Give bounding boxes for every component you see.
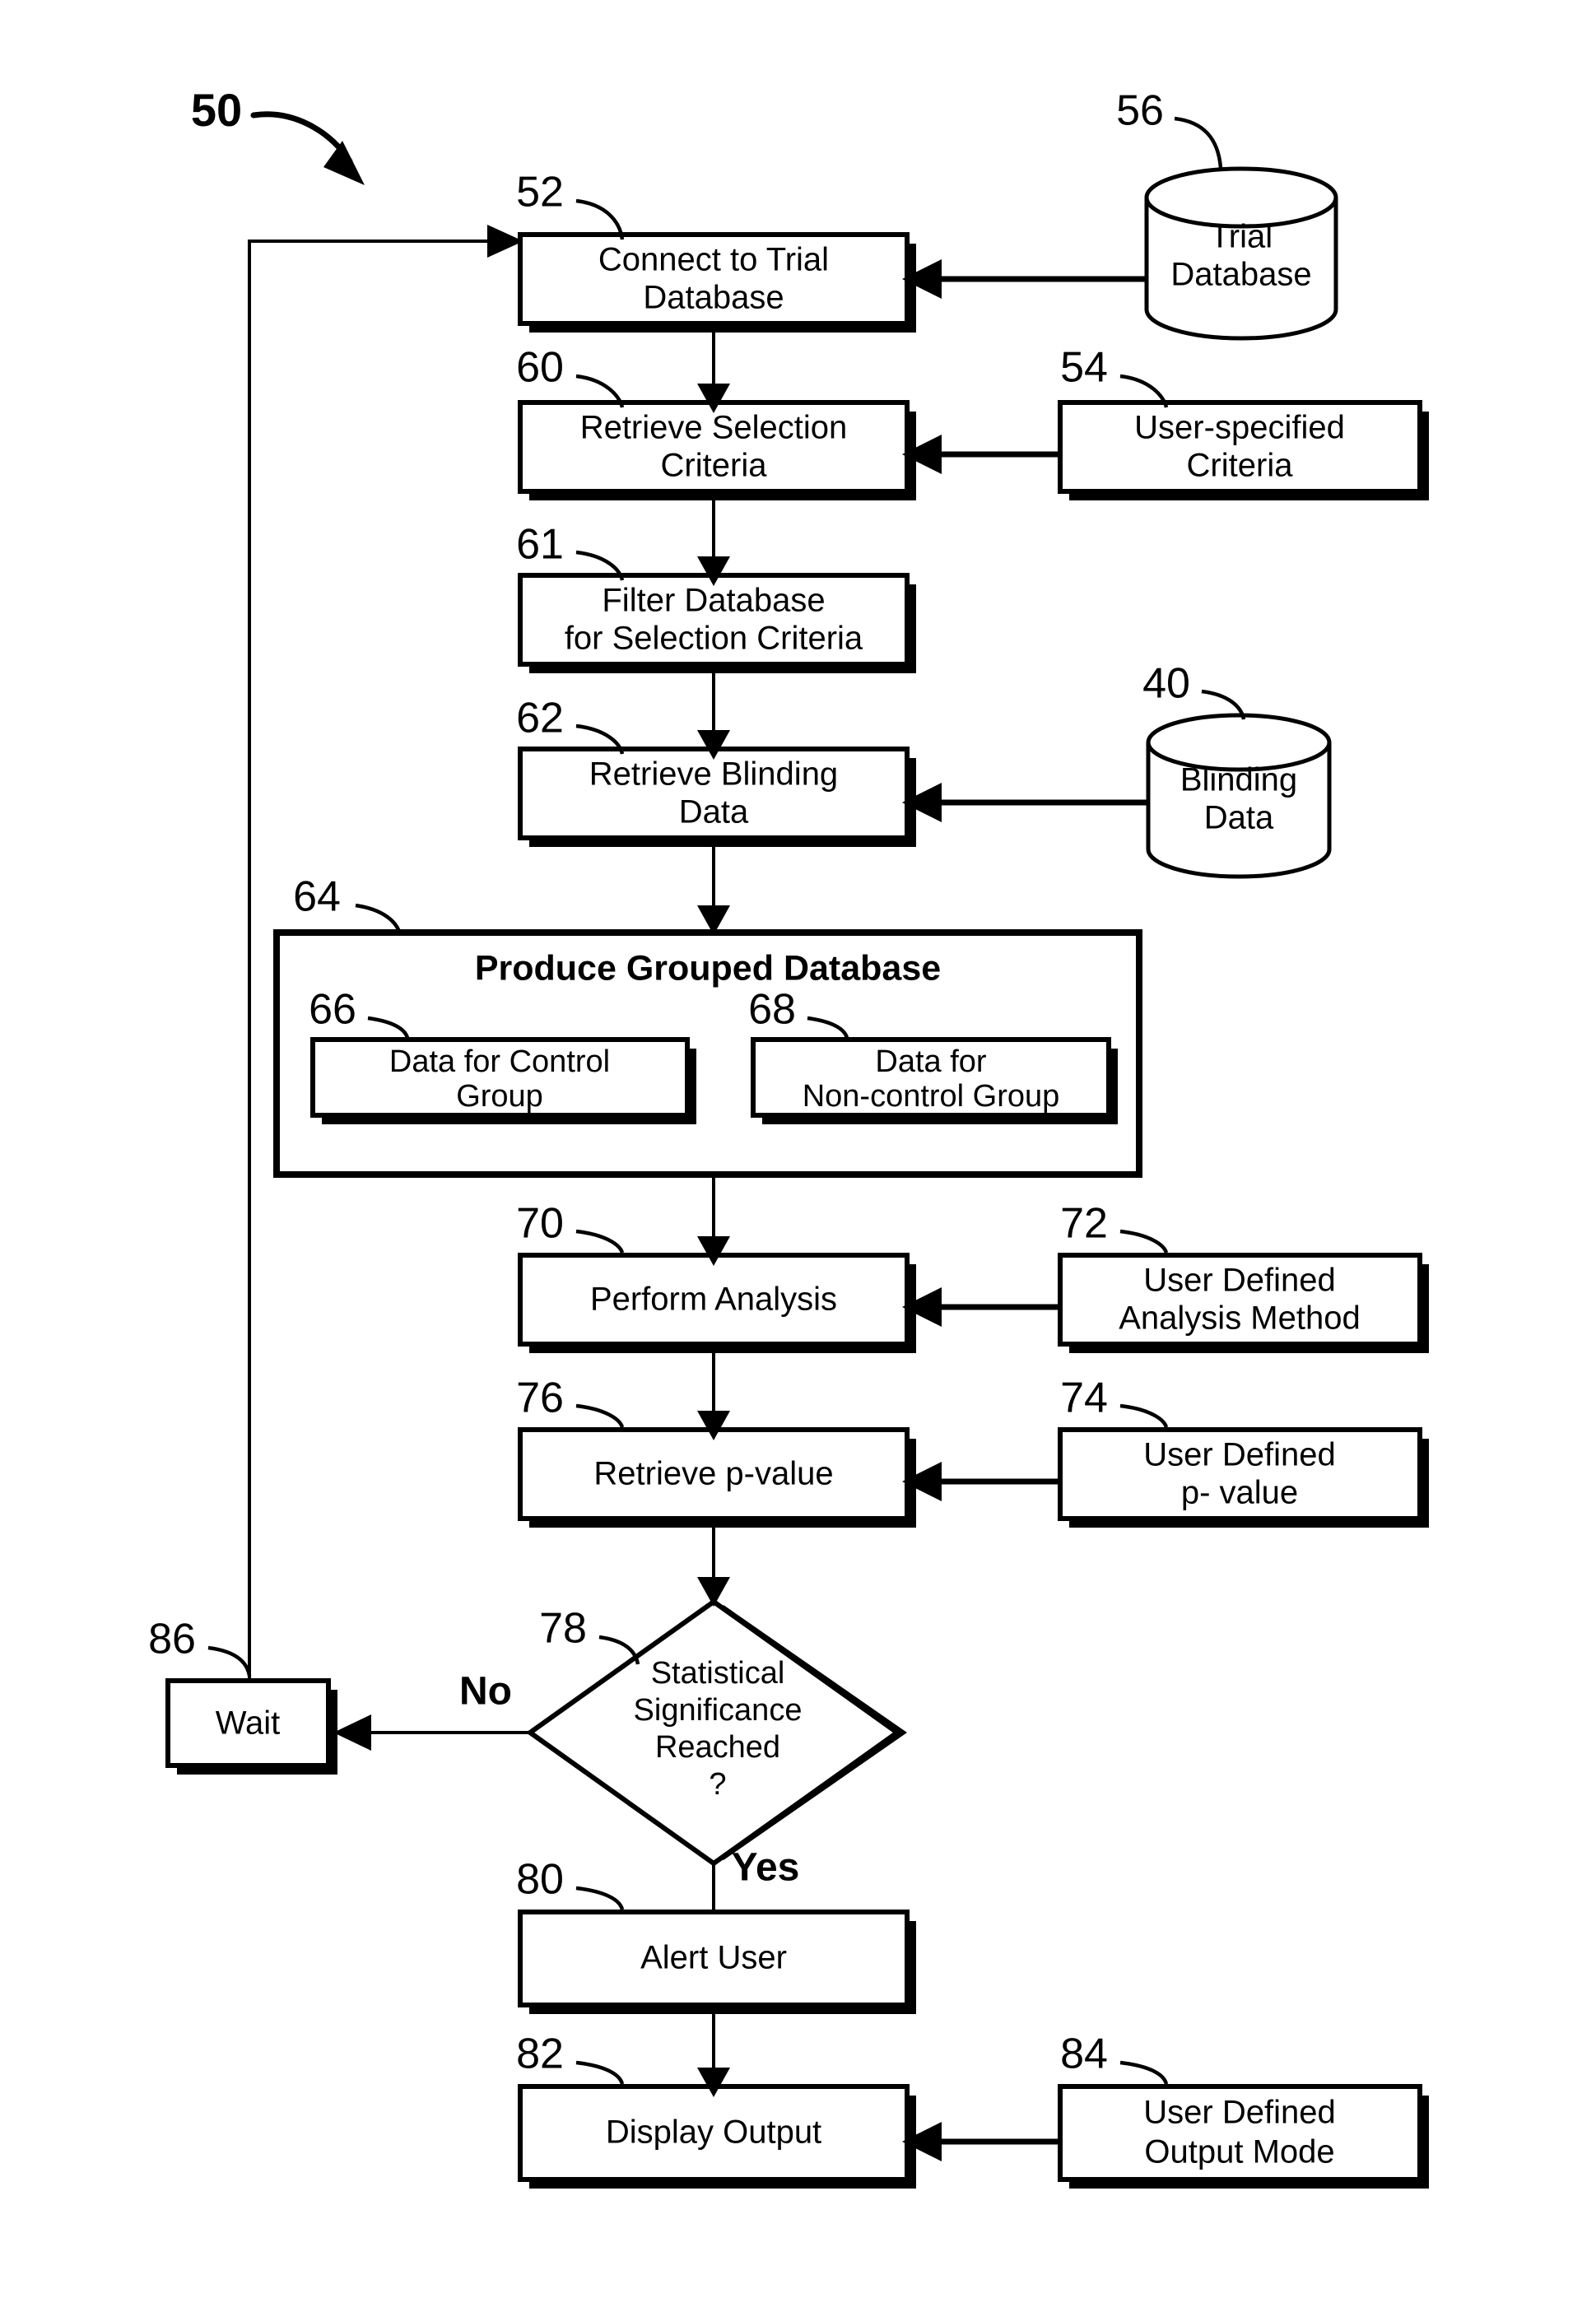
connector-54-to-60: [902, 435, 1060, 474]
node-wait: Wait: [165, 1678, 337, 1775]
ref-label-54: 54: [1060, 344, 1108, 392]
ref-label-68: 68: [748, 986, 796, 1034]
node-61-line-2: for Selection Criteria: [565, 621, 863, 657]
node-52-line-1: Connect to Trial: [598, 242, 829, 278]
ref-label-78: 78: [539, 1605, 587, 1653]
node-trial-database-store: Trial Database: [1144, 166, 1338, 341]
ref-label-40: 40: [1142, 660, 1190, 708]
connector-62-to-64: [697, 838, 730, 935]
node-76-line-1: Retrieve p-value: [593, 1456, 833, 1492]
ref-label-84: 84: [1060, 2031, 1108, 2078]
figure-ref-50: 50: [191, 84, 242, 136]
node-78-line-3: Reached: [655, 1730, 780, 1765]
node-80-label: Alert User: [640, 1940, 787, 1976]
node-retrieve-p-value: Retrieve p-value: [518, 1427, 916, 1528]
leader-72: [1119, 1229, 1169, 1254]
leader-76: [575, 1403, 625, 1428]
connector-blinding-db-to-62: [902, 783, 1148, 822]
connector-74-to-76: [902, 1462, 1060, 1501]
node-retrieve-blinding-data: Retrieve Blinding Data: [518, 747, 916, 847]
patent-flowchart-figure: 50 Connect to Trial Database 52 Trial Da…: [148, 84, 1429, 2189]
node-40-line-2: Data: [1204, 800, 1274, 836]
node-68-line-1: Data for: [875, 1044, 987, 1079]
connector-80-to-82: [697, 2005, 730, 2097]
leader-84: [1119, 2060, 1169, 2085]
node-86-label: Wait: [216, 1705, 281, 1742]
node-user-defined-analysis-method: User Defined Analysis Method: [1058, 1253, 1429, 1353]
ref-label-62: 62: [516, 695, 564, 742]
node-data-for-non-control-group: Data for Non-control Group: [751, 1037, 1118, 1124]
ref-label-76: 76: [516, 1375, 564, 1422]
node-78-line-2: Significance: [634, 1693, 803, 1728]
connector-trial-db-to-connect: [902, 259, 1147, 299]
node-alert-user: Alert User: [518, 1910, 916, 2014]
leader-86: [207, 1645, 252, 1677]
connector-72-to-70: [902, 1287, 1060, 1327]
node-data-for-control-group: Data for Control Group: [310, 1037, 696, 1124]
ref-label-70: 70: [516, 1200, 564, 1248]
ref-label-61: 61: [516, 521, 564, 569]
leader-56: [1174, 116, 1223, 169]
connector-70-to-76: [697, 1344, 730, 1440]
node-user-defined-p-value: User Defined p- value: [1058, 1427, 1429, 1528]
ref-label-80: 80: [516, 1856, 564, 1904]
leader-80: [575, 1886, 625, 1910]
ref-label-82: 82: [516, 2031, 564, 2078]
node-78-line-1: Statistical: [651, 1656, 785, 1691]
node-52-line-2: Database: [643, 280, 784, 316]
leader-74: [1119, 1403, 1169, 1428]
node-72-line-2: Analysis Method: [1119, 1300, 1360, 1337]
connector-76-to-78: [697, 1519, 730, 1607]
branch-label-yes: Yes: [732, 1846, 800, 1890]
node-user-defined-output-mode: User Defined Output Mode: [1058, 2084, 1429, 2189]
ref-label-86: 86: [148, 1616, 196, 1663]
node-66-line-1: Data for Control: [389, 1044, 610, 1079]
node-54-line-1: User-specified: [1134, 410, 1345, 446]
node-connect-to-trial-database: Connect to Trial Database: [518, 232, 916, 333]
node-62-line-1: Retrieve Blinding: [589, 756, 838, 793]
node-user-specified-criteria: User-specified Criteria: [1058, 400, 1429, 500]
connector-64-to-70: [697, 1175, 730, 1266]
node-54-line-2: Criteria: [1187, 448, 1294, 484]
ref-label-56: 56: [1116, 87, 1164, 135]
node-84-line-1: User Defined: [1143, 2095, 1335, 2131]
ref-label-66: 66: [309, 986, 356, 1034]
connector-60-to-61: [697, 491, 730, 586]
node-84-line-2: Output Mode: [1144, 2134, 1334, 2170]
node-40-line-1: Blinding: [1180, 762, 1297, 798]
node-66-line-2: Group: [456, 1079, 543, 1114]
node-retrieve-selection-criteria: Retrieve Selection Criteria: [518, 400, 916, 500]
node-78-line-4: ?: [709, 1767, 726, 1802]
node-62-line-2: Data: [679, 794, 749, 830]
node-56-line-2: Database: [1170, 257, 1311, 293]
node-70-line-1: Perform Analysis: [590, 1282, 837, 1318]
connector-84-to-82: [902, 2122, 1060, 2161]
node-perform-analysis: Perform Analysis: [518, 1253, 916, 1353]
leader-70: [575, 1229, 625, 1254]
ref-label-74: 74: [1060, 1375, 1108, 1422]
connector-no-branch: [333, 1714, 530, 1751]
leader-82: [575, 2060, 625, 2085]
node-56-line-1: Trial: [1210, 219, 1273, 255]
ref-label-64: 64: [293, 873, 341, 921]
connector-52-to-60: [697, 323, 730, 413]
ref-label-72: 72: [1060, 1200, 1108, 1248]
node-filter-database: Filter Database for Selection Criteria: [518, 573, 916, 673]
node-61-line-1: Filter Database: [602, 583, 825, 619]
node-74-line-2: p- value: [1181, 1475, 1298, 1511]
node-82-label: Display Output: [606, 2114, 821, 2151]
ref-label-60: 60: [516, 344, 564, 392]
branch-label-no: No: [459, 1670, 512, 1714]
node-72-line-1: User Defined: [1143, 1263, 1335, 1299]
node-blinding-data-store: Blinding Data: [1146, 713, 1332, 879]
ref-label-52: 52: [516, 169, 564, 216]
node-64-title: Produce Grouped Database: [475, 948, 941, 988]
node-60-line-2: Criteria: [661, 448, 768, 484]
node-display-output: Display Output: [518, 2084, 916, 2189]
connector-61-to-62: [697, 664, 730, 760]
node-68-line-2: Non-control Group: [803, 1079, 1060, 1114]
figure-ref-50-arrow: [250, 111, 365, 185]
node-60-line-1: Retrieve Selection: [580, 410, 848, 446]
node-74-line-1: User Defined: [1143, 1437, 1335, 1473]
